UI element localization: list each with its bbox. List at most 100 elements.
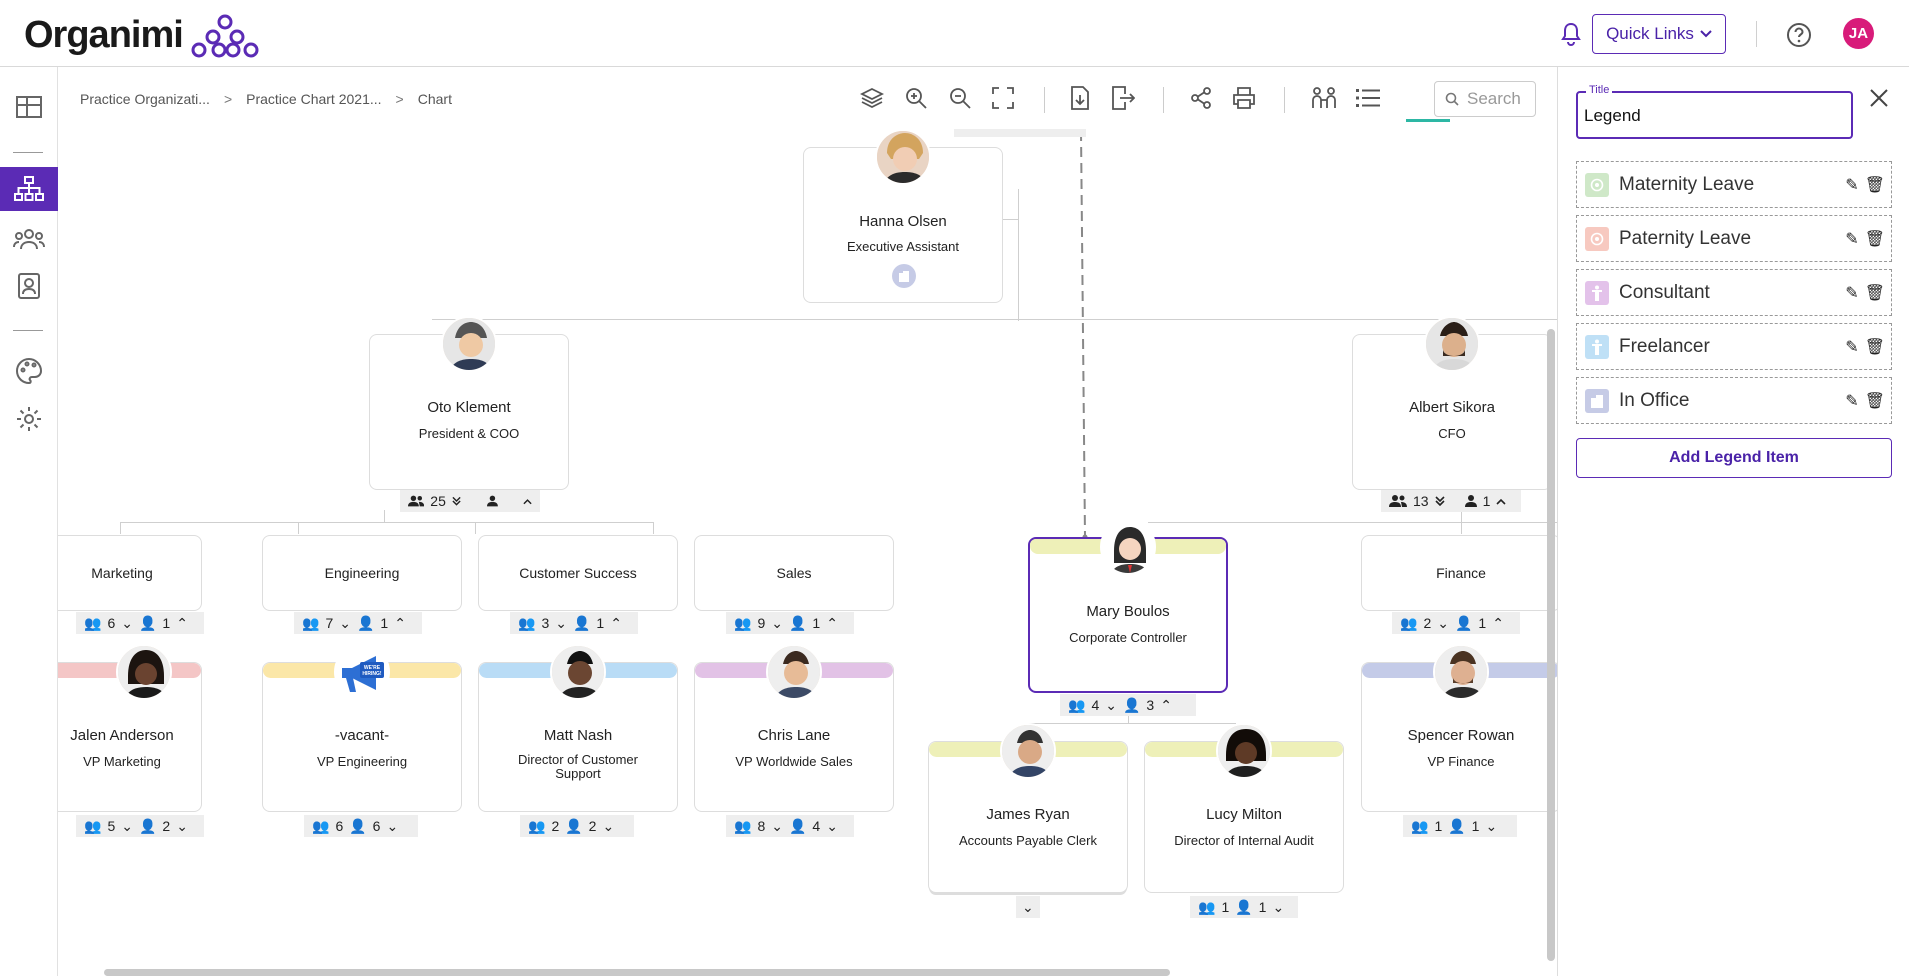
- chevron-down-icon[interactable]: ⌄: [602, 818, 614, 835]
- zoom-out-icon[interactable]: [947, 85, 973, 111]
- counter-spencer[interactable]: 👥 1 👤 1 ⌄: [1403, 815, 1517, 837]
- dept-name: Finance: [1436, 565, 1486, 581]
- dept-engineering[interactable]: Engineering: [262, 535, 462, 611]
- org-chart-canvas[interactable]: Hanna Olsen Executive Assistant Oto Klem…: [58, 129, 1557, 976]
- chevron-up-icon[interactable]: [523, 498, 532, 505]
- chevron-up-icon[interactable]: ⌃: [1492, 615, 1504, 632]
- expand-all-icon[interactable]: ⌄: [1105, 697, 1117, 714]
- expand-all-icon[interactable]: [452, 496, 461, 506]
- counter-oto[interactable]: 25: [400, 490, 540, 512]
- search-icon: [1445, 92, 1459, 106]
- expand-all-icon[interactable]: ⌄: [771, 818, 783, 835]
- export-icon[interactable]: [1110, 85, 1136, 111]
- vertical-scrollbar[interactable]: [1547, 329, 1555, 961]
- trash-icon[interactable]: 🗑: [1865, 175, 1885, 195]
- count-direct: 1: [596, 615, 605, 631]
- zoom-in-icon[interactable]: [903, 85, 929, 111]
- dept-finance[interactable]: Finance: [1361, 535, 1557, 611]
- trash-icon[interactable]: 🗑: [1865, 283, 1885, 303]
- chevron-up-icon[interactable]: ⌃: [176, 615, 188, 632]
- legend-item-label: In Office: [1619, 389, 1690, 411]
- chevron-up-icon[interactable]: ⌃: [394, 615, 406, 632]
- legend-title-field[interactable]: Title Legend: [1576, 84, 1853, 139]
- expand-james[interactable]: ⌄: [1016, 896, 1040, 918]
- expand-all-icon[interactable]: ⌄: [339, 615, 351, 632]
- chevron-down-icon[interactable]: ⌄: [176, 818, 188, 835]
- fullscreen-icon[interactable]: [990, 85, 1016, 111]
- expand-all-icon[interactable]: ⌄: [771, 615, 783, 632]
- counter-vacant[interactable]: 👥 6 👤 6 ⌄: [304, 815, 418, 837]
- person-role: VP Finance: [1427, 754, 1495, 769]
- counter-customer-success[interactable]: 👥 3 ⌄ 👤 1 ⌃: [510, 612, 638, 634]
- legend-item-freelancer[interactable]: Freelancer ✎ 🗑: [1576, 323, 1892, 370]
- counter-engineering[interactable]: 👥 7 ⌄ 👤 1 ⌃: [294, 612, 422, 634]
- dept-customer-success[interactable]: Customer Success: [478, 535, 678, 611]
- counter-matt[interactable]: 👥 2 👤 2 ⌄: [520, 815, 634, 837]
- compare-icon[interactable]: [1311, 85, 1337, 111]
- user-avatar[interactable]: JA: [1843, 18, 1874, 49]
- breadcrumb-organization[interactable]: Practice Organizati...: [80, 91, 210, 107]
- expand-all-icon[interactable]: ⌄: [121, 615, 133, 632]
- organimi-logo[interactable]: Organimi: [24, 12, 261, 58]
- people-icon[interactable]: [0, 217, 58, 261]
- bell-icon[interactable]: [1560, 22, 1582, 46]
- dept-marketing[interactable]: Marketing: [58, 535, 202, 611]
- counter-lucy[interactable]: 👥 1 👤 1 ⌄: [1190, 896, 1298, 918]
- share-icon[interactable]: [1188, 85, 1214, 111]
- search-input[interactable]: Search: [1434, 81, 1536, 117]
- legend-item-maternity-leave[interactable]: Maternity Leave ✎ 🗑: [1576, 161, 1892, 208]
- close-icon[interactable]: [1868, 87, 1890, 109]
- chevron-down-icon[interactable]: ⌄: [1022, 899, 1034, 916]
- quick-links-button[interactable]: Quick Links: [1592, 14, 1726, 54]
- help-icon[interactable]: [1786, 22, 1812, 48]
- people-icon: [1389, 495, 1407, 507]
- counter-mary[interactable]: 👥 4 ⌄ 👤 3 ⌃: [1060, 694, 1196, 716]
- chevron-down-icon[interactable]: ⌄: [1485, 818, 1497, 835]
- chevron-up-icon[interactable]: [1496, 498, 1506, 505]
- office-icon: [892, 264, 916, 288]
- counter-finance[interactable]: 👥 2 ⌄ 👤 1 ⌃: [1392, 612, 1520, 634]
- trash-icon[interactable]: 🗑: [1865, 391, 1885, 411]
- legend-item-consultant[interactable]: Consultant ✎ 🗑: [1576, 269, 1892, 316]
- legend-item-in-office[interactable]: In Office ✎ 🗑: [1576, 377, 1892, 424]
- edit-icon[interactable]: ✎: [1845, 391, 1858, 411]
- edit-icon[interactable]: ✎: [1845, 337, 1858, 357]
- chevron-up-icon[interactable]: ⌃: [1160, 697, 1172, 714]
- legend-item-paternity-leave[interactable]: Paternity Leave ✎ 🗑: [1576, 215, 1892, 262]
- import-icon[interactable]: [1067, 85, 1093, 111]
- counter-albert[interactable]: 13 1: [1381, 490, 1521, 512]
- chevron-down-icon[interactable]: ⌄: [386, 818, 398, 835]
- directory-icon[interactable]: [0, 264, 58, 308]
- counter-jalen[interactable]: 👥 5 ⌄ 👤 2 ⌄: [76, 815, 204, 837]
- counter-marketing[interactable]: 👥 6 ⌄ 👤 1 ⌃: [76, 612, 204, 634]
- breadcrumb-chart-name[interactable]: Practice Chart 2021...: [246, 91, 381, 107]
- svg-text:HIRING!: HIRING!: [362, 671, 382, 677]
- palette-icon[interactable]: [0, 349, 58, 393]
- chevron-down-icon[interactable]: ⌄: [826, 818, 838, 835]
- chevron-down-icon[interactable]: ⌄: [1272, 899, 1284, 916]
- title-field-value[interactable]: Legend: [1584, 106, 1641, 126]
- counter-chris[interactable]: 👥 8 ⌄ 👤 4 ⌄: [726, 815, 854, 837]
- legend-list-icon[interactable]: [1355, 85, 1381, 111]
- edit-icon[interactable]: ✎: [1845, 283, 1858, 303]
- print-icon[interactable]: [1231, 85, 1257, 111]
- horizontal-scrollbar[interactable]: [104, 969, 1170, 976]
- edit-icon[interactable]: ✎: [1845, 175, 1858, 195]
- chevron-up-icon[interactable]: ⌃: [826, 615, 838, 632]
- add-legend-item-button[interactable]: Add Legend Item: [1576, 438, 1892, 478]
- chevron-up-icon[interactable]: ⌃: [610, 615, 622, 632]
- expand-all-icon[interactable]: ⌄: [121, 818, 133, 835]
- counter-sales[interactable]: 👥 9 ⌄ 👤 1 ⌃: [726, 612, 854, 634]
- grid-icon[interactable]: [0, 85, 58, 129]
- trash-icon[interactable]: 🗑: [1865, 229, 1885, 249]
- trash-icon[interactable]: 🗑: [1865, 337, 1885, 357]
- person-name: -vacant-: [334, 727, 390, 744]
- org-chart-icon[interactable]: [0, 167, 58, 211]
- settings-icon[interactable]: [0, 397, 58, 441]
- expand-all-icon[interactable]: [1435, 496, 1445, 506]
- expand-all-icon[interactable]: ⌄: [555, 615, 567, 632]
- edit-icon[interactable]: ✎: [1845, 229, 1858, 249]
- expand-all-icon[interactable]: ⌄: [1437, 615, 1449, 632]
- layers-icon[interactable]: [859, 85, 885, 111]
- dept-sales[interactable]: Sales: [694, 535, 894, 611]
